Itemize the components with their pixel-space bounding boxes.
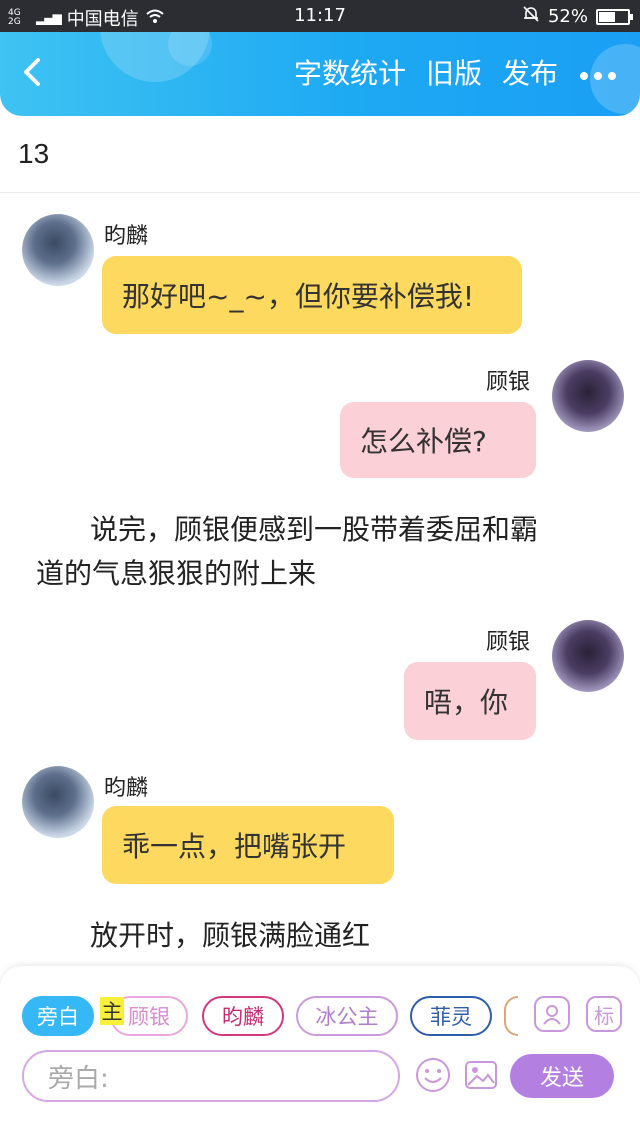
back-button[interactable] (18, 52, 58, 92)
avatar-yunlin[interactable] (22, 214, 94, 286)
divider (0, 192, 640, 193)
input-placeholder: 旁白: (48, 1063, 109, 1094)
role-chip-overflow[interactable] (504, 996, 518, 1036)
header-actions: 字数统计 旧版 发布 (294, 52, 618, 92)
word-count-stats-button[interactable]: 字数统计 (294, 52, 406, 92)
message-input[interactable]: 旁白: (22, 1050, 400, 1102)
message-bubble[interactable]: 怎么补偿? (340, 402, 536, 478)
battery-fill (599, 11, 615, 22)
image-icon (465, 1061, 497, 1089)
message-bubble[interactable]: 唔，你 (404, 662, 536, 740)
more-button[interactable] (578, 55, 618, 90)
emoji-button[interactable] (414, 1056, 452, 1094)
message-bubble[interactable]: 那好吧~_~，但你要补偿我! (102, 256, 522, 334)
role-chip-narrator[interactable]: 旁白 (22, 996, 94, 1036)
narration-line: 放开时，顾银满脸通红 (90, 919, 371, 952)
narration-line: 说完，顾银便感到一股带着委屈和霸 (90, 513, 539, 546)
battery-icon (596, 8, 633, 25)
mute-bell-icon (522, 5, 540, 28)
character-button[interactable] (534, 996, 570, 1032)
smiley-icon (416, 1058, 450, 1092)
more-dots-icon (580, 71, 616, 80)
role-highlight-mark: 主 (100, 997, 124, 1025)
battery-percent: 52% (547, 6, 588, 27)
tag-icon: 标 (594, 1003, 614, 1028)
narration-line: 道的气息狠狠的附上来 (36, 557, 317, 590)
role-chip-yunlin[interactable]: 昀麟 (202, 996, 284, 1036)
narration-text: 放开时，顾银满脸通红 (90, 914, 590, 958)
publish-button[interactable]: 发布 (502, 52, 558, 92)
avatar-guyin[interactable] (552, 620, 624, 692)
top-app-bar: 字数统计 旧版 发布 (0, 32, 640, 116)
avatar-yunlin[interactable] (22, 766, 94, 838)
character-icon (543, 1005, 561, 1025)
send-button[interactable]: 发送 (510, 1054, 614, 1098)
speaker-name: 顾银 (486, 370, 531, 395)
narration-text: 说完，顾银便感到一股带着委屈和霸 道的气息狠狠的附上来 (36, 508, 626, 596)
image-button[interactable] (462, 1056, 500, 1094)
word-count: 13 (18, 138, 50, 169)
status-bar: 4G 2G ▂▄▆ 中国电信 11:17 52% (0, 0, 640, 32)
old-version-button[interactable]: 旧版 (426, 52, 482, 92)
speaker-name: 昀麟 (104, 224, 149, 249)
tag-button[interactable]: 标 (586, 996, 622, 1032)
speaker-name: 昀麟 (104, 776, 149, 801)
chevron-left-icon (24, 58, 40, 86)
message-bubble[interactable]: 乖一点，把嘴张开 (102, 806, 394, 884)
role-chip-feiling[interactable]: 菲灵 (410, 996, 492, 1036)
role-chip-binggongzhu[interactable]: 冰公主 (296, 996, 398, 1036)
speaker-name: 顾银 (486, 630, 531, 655)
avatar-guyin[interactable] (552, 360, 624, 432)
